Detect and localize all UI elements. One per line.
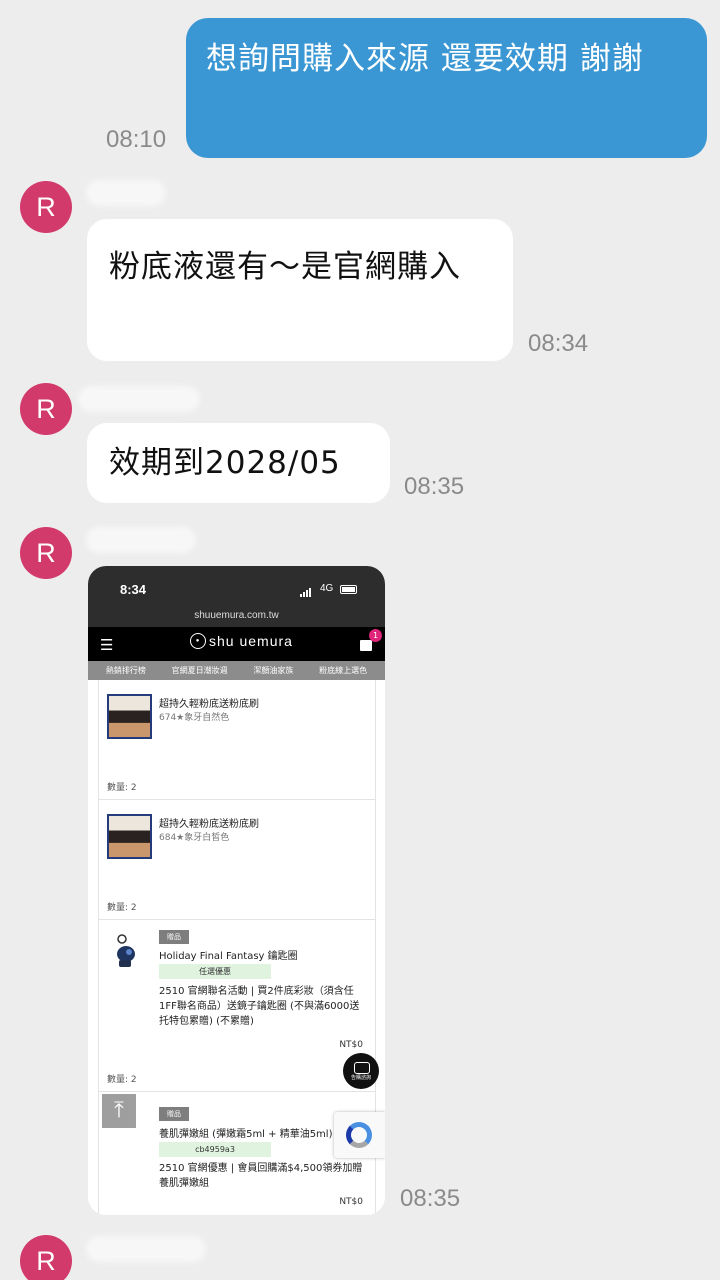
nav-item: 潔顏油家族	[253, 666, 294, 675]
product-image	[107, 694, 152, 739]
cart-item: 超持久輕粉底送粉底刷 684★象牙白皙色 數量: 2	[98, 800, 376, 920]
chat-button: 告購諮詢	[343, 1053, 379, 1089]
cart-item: 贈品 Holiday Final Fantasy 鑰匙圈 任選優惠 2510 官…	[98, 920, 376, 1092]
product-name: 超持久輕粉底送粉底刷	[159, 819, 259, 830]
incoming-message-text: 效期到2028/05	[109, 445, 341, 481]
incoming-message-bubble[interactable]: 效期到2028/05	[87, 423, 390, 503]
outgoing-message-text: 想詢問購入來源 還要效期 謝謝	[206, 41, 644, 77]
cart-count-badge: 1	[369, 629, 382, 642]
incoming-message-text: 粉底液還有～是官網購入	[109, 249, 461, 285]
recaptcha-icon	[334, 1112, 385, 1158]
sender-name-redacted	[86, 180, 166, 206]
avatar[interactable]: R	[20, 527, 72, 579]
product-name: 超持久輕粉底送粉底刷	[159, 699, 259, 710]
quantity: 數量: 2	[107, 783, 137, 793]
nav-item: 官網夏日潮妝週	[171, 666, 228, 675]
chat-button-label: 告購諮詢	[350, 1075, 371, 1081]
avatar[interactable]: R	[20, 181, 72, 233]
signal-icon	[300, 585, 314, 600]
product-name: 養肌彈嫩組 (彈嫩霜5ml + 精華油5ml)	[159, 1129, 333, 1140]
brand-mark-icon: ●	[190, 633, 206, 649]
sender-name-redacted	[86, 527, 196, 553]
sender-name-redacted	[78, 386, 200, 412]
promo-description: 2510 官網優惠 | 會員回購滿$4,500領券加贈養肌彈嫩組	[159, 1163, 363, 1189]
image-message-screenshot[interactable]: 8:34 4G shuuemura.com.tw ☰ ● shu uemura 1…	[88, 566, 385, 1215]
avatar[interactable]: R	[20, 383, 72, 435]
cart-icon	[360, 640, 372, 651]
incoming-message-bubble[interactable]: 粉底液還有～是官網購入	[87, 219, 513, 361]
product-variant: 674★象牙自然色	[159, 713, 230, 723]
price: NT$0	[339, 1040, 363, 1050]
product-name: Holiday Final Fantasy 鑰匙圈	[159, 951, 298, 962]
price: NT$0	[339, 1197, 363, 1207]
promo-code: cb4959a3	[159, 1142, 271, 1157]
category-nav: 熱銷排行榜 官網夏日潮妝週 潔顏油家族 粉底線上選色	[88, 661, 385, 680]
message-time: 08:10	[106, 126, 167, 153]
message-time: 08:35	[404, 473, 465, 500]
keychain-product-image	[117, 934, 135, 967]
network-type: 4G	[320, 583, 334, 594]
gift-tag: 贈品	[159, 930, 189, 944]
promo-tag: 任選優惠	[159, 964, 271, 979]
site-header: ☰ ● shu uemura 1	[88, 627, 385, 661]
quantity: 數量: 2	[107, 903, 137, 913]
avatar[interactable]: R	[20, 1235, 72, 1280]
nav-item: 粉底線上選色	[319, 666, 368, 675]
product-variant: 684★象牙白皙色	[159, 833, 230, 843]
brand-logo: ● shu uemura	[190, 633, 293, 649]
cart-item: 超持久輕粉底送粉底刷 674★象牙自然色 數量: 2	[98, 680, 376, 800]
quantity: 數量: 2	[107, 1075, 137, 1085]
sender-name-redacted	[86, 1236, 206, 1262]
promo-description: 2510 官網聯名活動 | 買2件底彩妝（須含任1FF聯名商品）送鏡子鑰匙圈 (…	[159, 986, 360, 1027]
message-time: 08:34	[528, 330, 589, 357]
battery-icon	[340, 585, 357, 594]
outgoing-message-bubble[interactable]: 想詢問購入來源 還要效期 謝謝	[186, 18, 707, 158]
product-image	[107, 814, 152, 859]
nav-item: 熱銷排行榜	[105, 666, 146, 675]
brand-name: shu uemura	[209, 633, 293, 649]
menu-icon: ☰	[100, 636, 114, 654]
back-to-top-icon: ⤒	[102, 1094, 136, 1128]
url-bar: shuuemura.com.tw	[88, 610, 385, 627]
gift-tag: 贈品	[159, 1107, 189, 1121]
message-time: 08:35	[400, 1185, 461, 1212]
phone-status-bar: 8:34 4G	[88, 566, 385, 610]
status-clock: 8:34	[120, 582, 147, 597]
